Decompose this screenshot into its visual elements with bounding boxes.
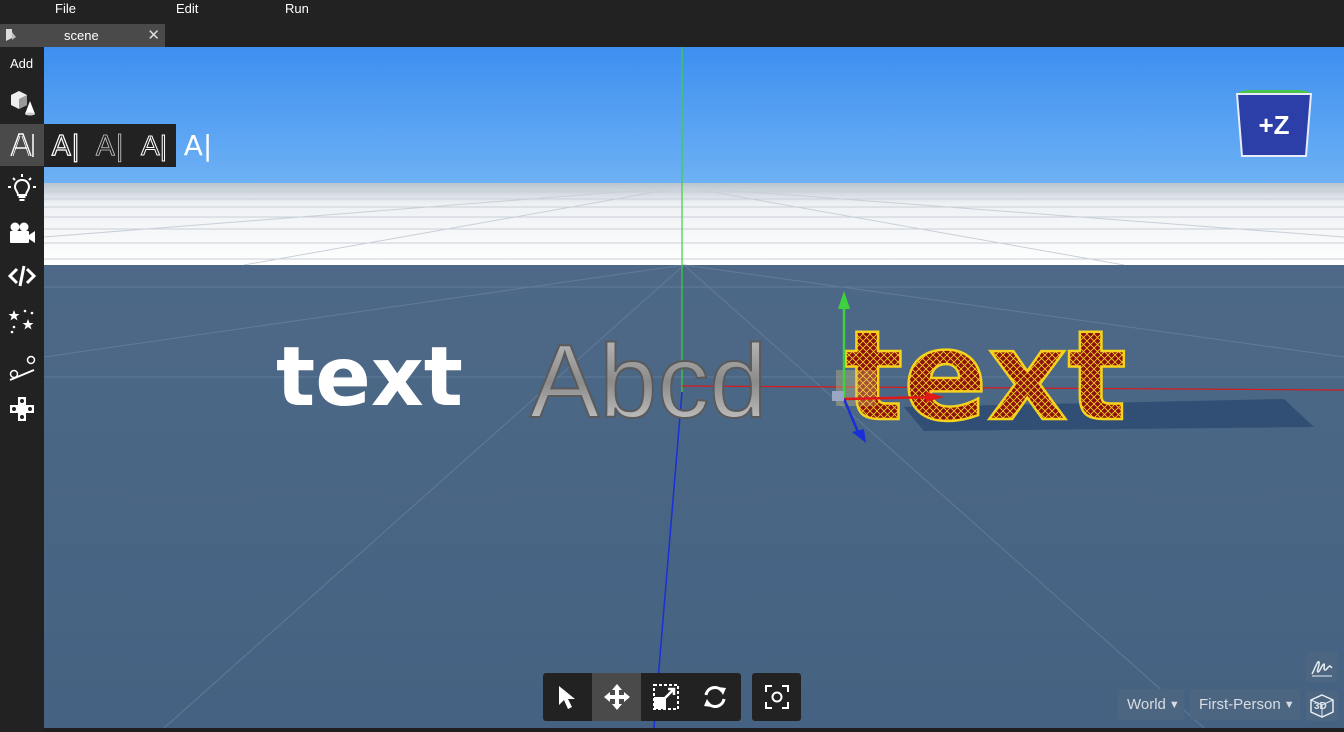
code-icon: [8, 265, 36, 287]
text-submenu: A| A| A| A|: [44, 124, 212, 167]
tab-close-icon[interactable]: ✕: [147, 26, 160, 44]
outline-text-icon: A|: [51, 128, 81, 162]
space-select[interactable]: World ▼: [1118, 689, 1184, 720]
scene-file-icon: [6, 29, 16, 41]
tab-scene[interactable]: scene ✕: [0, 24, 165, 47]
add-text-button[interactable]: [0, 124, 44, 166]
select-icon: [558, 686, 575, 709]
scene-viewport[interactable]: text Abcd text +Z: [44, 47, 1344, 728]
wire-text-icon: A|: [95, 129, 125, 163]
move-tool-button[interactable]: [592, 673, 641, 721]
sketch-mode-button[interactable]: [1306, 652, 1338, 682]
add-physics-button[interactable]: [0, 347, 44, 389]
menu-run[interactable]: Run: [285, 1, 309, 16]
orientation-cube-label: +Z: [1258, 110, 1289, 140]
move-icon: [603, 684, 630, 710]
camera-icon: [10, 222, 35, 243]
menu-bar: File Edit Run: [0, 0, 1344, 22]
add-controls-button[interactable]: [0, 388, 44, 430]
view-mode-select-value: First-Person: [1199, 696, 1281, 713]
rotate-tool-button[interactable]: [690, 673, 739, 721]
thin-text-icon: A|: [141, 129, 168, 161]
menu-file[interactable]: File: [55, 1, 76, 16]
extruded-text-object[interactable]: text: [843, 304, 1128, 451]
bump-text-object[interactable]: Abcd: [529, 323, 768, 441]
scale-tool-button[interactable]: [641, 673, 690, 721]
view-3d-label: 3D: [1314, 701, 1327, 712]
focus-icon: [764, 685, 789, 709]
scale-icon: [652, 684, 679, 710]
far-grid: [44, 183, 1344, 265]
chevron-down-icon: ▼: [1168, 698, 1180, 711]
add-label: Add: [10, 56, 34, 71]
menu-edit[interactable]: Edit: [176, 1, 198, 16]
text-option-thin[interactable]: A|: [132, 124, 176, 167]
text-option-outline[interactable]: A|: [44, 124, 88, 167]
scene-canvas: text Abcd text: [44, 47, 1344, 728]
controls-icon: [10, 397, 34, 421]
physics-icon: [9, 355, 36, 381]
signature-icon: [1311, 660, 1333, 677]
cube-icon: [11, 91, 35, 116]
text-option-solid[interactable]: A|: [176, 124, 220, 167]
focus-tool-button[interactable]: [752, 673, 801, 721]
chevron-down-icon: ▼: [1283, 698, 1295, 711]
sky: [44, 47, 1344, 187]
text-icon: [10, 133, 34, 157]
solid-text-icon: A|: [183, 129, 213, 162]
text-option-wire[interactable]: A|: [88, 124, 132, 167]
add-light-button[interactable]: [0, 167, 44, 209]
add-particles-button[interactable]: [0, 299, 44, 341]
orientation-cube[interactable]: +Z: [1236, 90, 1312, 158]
select-tool-button[interactable]: [543, 673, 592, 721]
view-mode-select[interactable]: First-Person ▼: [1190, 689, 1300, 720]
transform-tool-group: [543, 673, 741, 721]
light-icon: [8, 174, 36, 201]
add-camera-button[interactable]: [0, 212, 44, 254]
flat-text-object[interactable]: text: [276, 330, 463, 425]
space-select-value: World: [1127, 696, 1166, 713]
add-toolbar: Add: [0, 47, 44, 732]
tab-bar: scene ✕: [0, 22, 1344, 47]
particles-icon: [8, 309, 34, 334]
rotate-icon: [703, 686, 726, 708]
tab-label: scene: [64, 28, 99, 43]
add-shape-button[interactable]: [0, 81, 44, 123]
add-script-button[interactable]: [0, 255, 44, 297]
view-3d-button[interactable]: 3D: [1306, 691, 1338, 721]
